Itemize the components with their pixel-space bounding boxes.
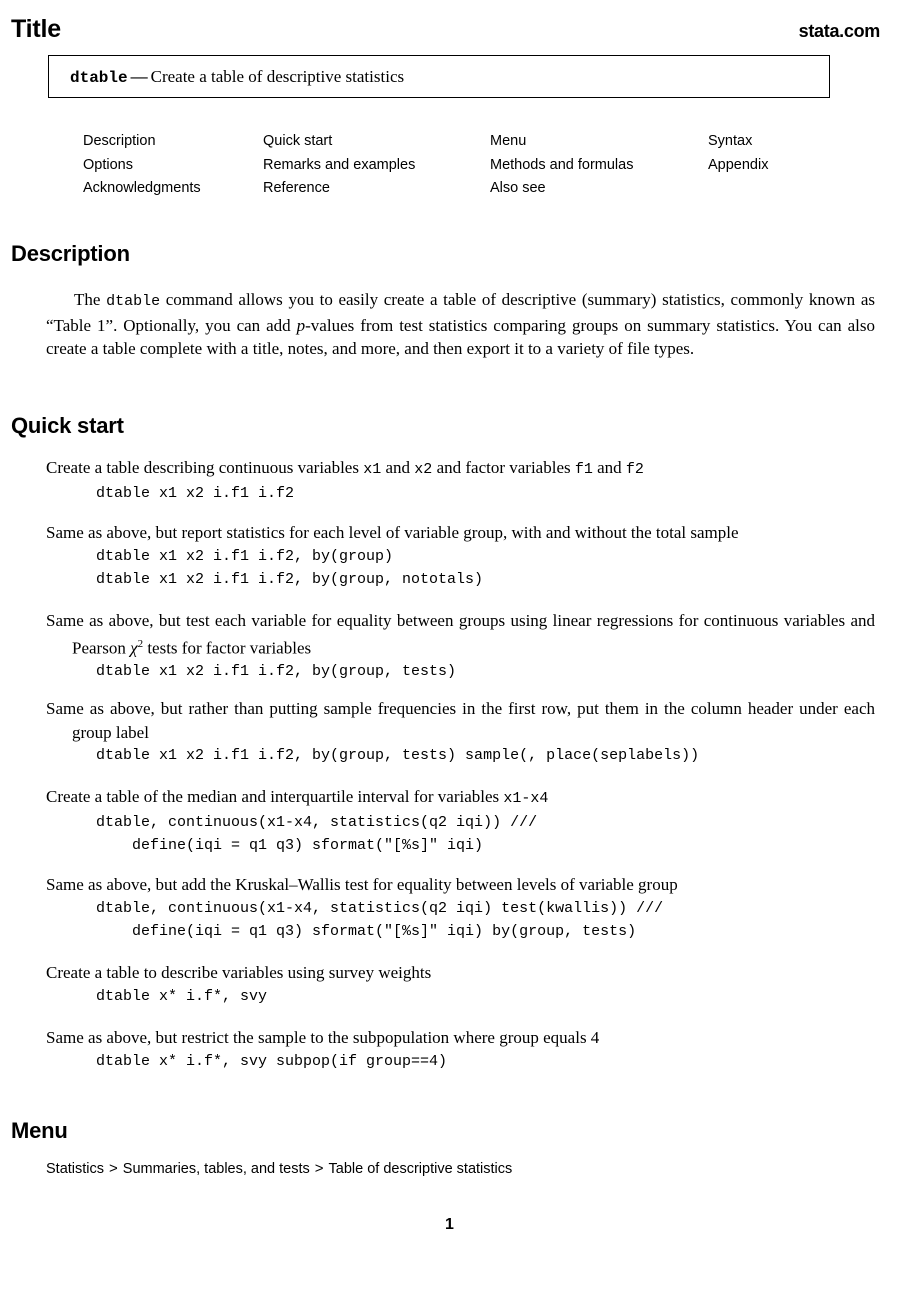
quick-start-text-3: Same as above, but test each variable fo…	[46, 609, 875, 660]
toc-link-menu[interactable]: Menu	[490, 130, 633, 154]
quick-start-text-1: Create a table describing continuous var…	[46, 456, 875, 482]
quick-start-block-8: Same as above, but restrict the sample t…	[46, 1026, 875, 1073]
quick-start-text-4: Same as above, but rather than putting s…	[46, 699, 875, 742]
qs5-var-range: x1-x4	[503, 790, 549, 807]
menu-path-separator-1: >	[109, 1160, 118, 1177]
command-title-box: dtable — Create a table of descriptive sta…	[48, 55, 830, 98]
toc-link-description[interactable]: Description	[83, 130, 201, 154]
command-description: Create a table of descriptive statistics	[150, 67, 405, 86]
toc-link-options[interactable]: Options	[83, 154, 201, 178]
toc-link-reference[interactable]: Reference	[263, 177, 415, 201]
quick-start-text-7: Create a table to describe variables usi…	[46, 963, 432, 982]
quick-start-code-8-line-1: dtable x* i.f*, svy subpop(if group==4)	[96, 1052, 448, 1070]
menu-path-breadcrumb: Statistics > Summaries, tables, and tests >…	[46, 1159, 512, 1179]
menu-path-separator-2: >	[314, 1160, 324, 1177]
toc-column-3: Menu Methods and formulas Also see	[490, 130, 633, 201]
menu-path-item-table-of-descriptive-statistics[interactable]: Table of descriptive statistics	[329, 1161, 513, 1177]
command-name: dtable	[70, 69, 128, 87]
quick-start-block-6: Same as above, but add the Kruskal–Walli…	[46, 873, 875, 944]
description-paragraph: The dtable command allows you to easily …	[46, 288, 875, 361]
quick-start-code-6-line-2: define(iqi = q1 q3) sformat("[%s]" iqi) …	[96, 923, 637, 940]
quick-start-block-4: Same as above, but rather than putting s…	[46, 697, 875, 768]
quick-start-block-2: Same as above, but report statistics for…	[46, 521, 875, 592]
quick-start-block-7: Create a table to describe variables usi…	[46, 961, 875, 1008]
qs1-text-mid3: and	[592, 458, 626, 477]
section-heading-menu: Menu	[11, 1118, 68, 1143]
menu-path-item-summaries[interactable]: Summaries, tables, and tests	[123, 1161, 310, 1177]
toc-link-methods-and-formulas[interactable]: Methods and formulas	[490, 154, 633, 178]
page-header: Title stata.com	[0, 14, 899, 48]
toc-column-2: Quick start Remarks and examples Referen…	[263, 130, 415, 201]
quick-start-block-5: Create a table of the median and interqu…	[46, 785, 875, 858]
section-heading-description: Description	[11, 241, 130, 266]
desc-command-token: dtable	[106, 293, 161, 310]
quick-start-code-5-line-1: dtable, continuous(x1-x4, statistics(q2 …	[96, 813, 538, 831]
manual-page: Title stata.com dtable — Create a table of…	[0, 0, 899, 1315]
quick-start-code-2-line-1: dtable x1 x2 i.f1 i.f2, by(group)	[96, 547, 394, 565]
toc-link-appendix[interactable]: Appendix	[708, 154, 768, 178]
quick-start-code-6-line-1: dtable, continuous(x1-x4, statistics(q2 …	[96, 899, 664, 917]
quick-start-code-2-line-2: dtable x1 x2 i.f1 i.f2, by(group, notota…	[96, 571, 484, 588]
stata-com-mark: stata.com	[798, 21, 881, 41]
quick-start-block-3: Same as above, but test each variable fo…	[46, 609, 875, 683]
qs5-text-pre: Create a table of the median and interqu…	[46, 787, 504, 806]
qs1-text-mid1: and	[381, 458, 415, 477]
desc-text-part-1: The	[74, 290, 107, 309]
quick-start-text-6: Same as above, but add the Kruskal–Walli…	[46, 875, 678, 894]
desc-p-italic: p	[296, 315, 306, 335]
toc-column-4: Syntax Appendix	[708, 130, 768, 177]
toc-link-also-see[interactable]: Also see	[490, 177, 633, 201]
toc-link-acknowledgments[interactable]: Acknowledgments	[83, 177, 201, 201]
toc-column-1: Description Options Acknowledgments	[83, 130, 201, 201]
command-title-line: dtable — Create a table of descriptive sta…	[70, 66, 404, 89]
page-title: Title	[11, 15, 61, 43]
qs1-var-x1: x1	[363, 461, 382, 478]
quick-start-code-5-line-2: define(iqi = q1 q3) sformat("[%s]" iqi)	[96, 837, 484, 854]
quick-start-block-1: Create a table describing continuous var…	[46, 456, 875, 505]
qs1-var-f1: f1	[574, 461, 593, 478]
quick-start-code-3-line-1: dtable x1 x2 i.f1 i.f2, by(group, tests)	[96, 662, 457, 680]
quick-start-code-1-line-1: dtable x1 x2 i.f1 i.f2	[96, 484, 295, 502]
quick-start-text-5: Create a table of the median and interqu…	[46, 785, 875, 811]
quick-start-text-8: Same as above, but restrict the sample t…	[46, 1028, 600, 1047]
quick-start-code-4-line-1: dtable x1 x2 i.f1 i.f2, by(group, tests)…	[96, 747, 700, 764]
qs1-text-mid2: and factor variables	[432, 458, 575, 477]
toc-link-syntax[interactable]: Syntax	[708, 130, 768, 154]
qs1-var-x2: x2	[414, 461, 433, 478]
qs1-var-f2: f2	[625, 461, 644, 478]
em-dash: —	[130, 67, 148, 86]
toc-link-remarks-and-examples[interactable]: Remarks and examples	[263, 154, 415, 178]
page-number: 1	[445, 1216, 454, 1233]
quick-start-text-2: Same as above, but report statistics for…	[46, 523, 739, 542]
qs3-text-post: tests for factor variables	[143, 638, 312, 658]
menu-path-item-statistics[interactable]: Statistics	[46, 1161, 104, 1177]
quick-start-code-7-line-1: dtable x* i.f*, svy	[96, 987, 268, 1005]
section-heading-quick-start: Quick start	[11, 413, 124, 438]
chi-symbol: χ	[130, 638, 138, 658]
qs1-text-pre: Create a table describing continuous var…	[46, 458, 364, 477]
toc-link-quick-start[interactable]: Quick start	[263, 130, 415, 154]
